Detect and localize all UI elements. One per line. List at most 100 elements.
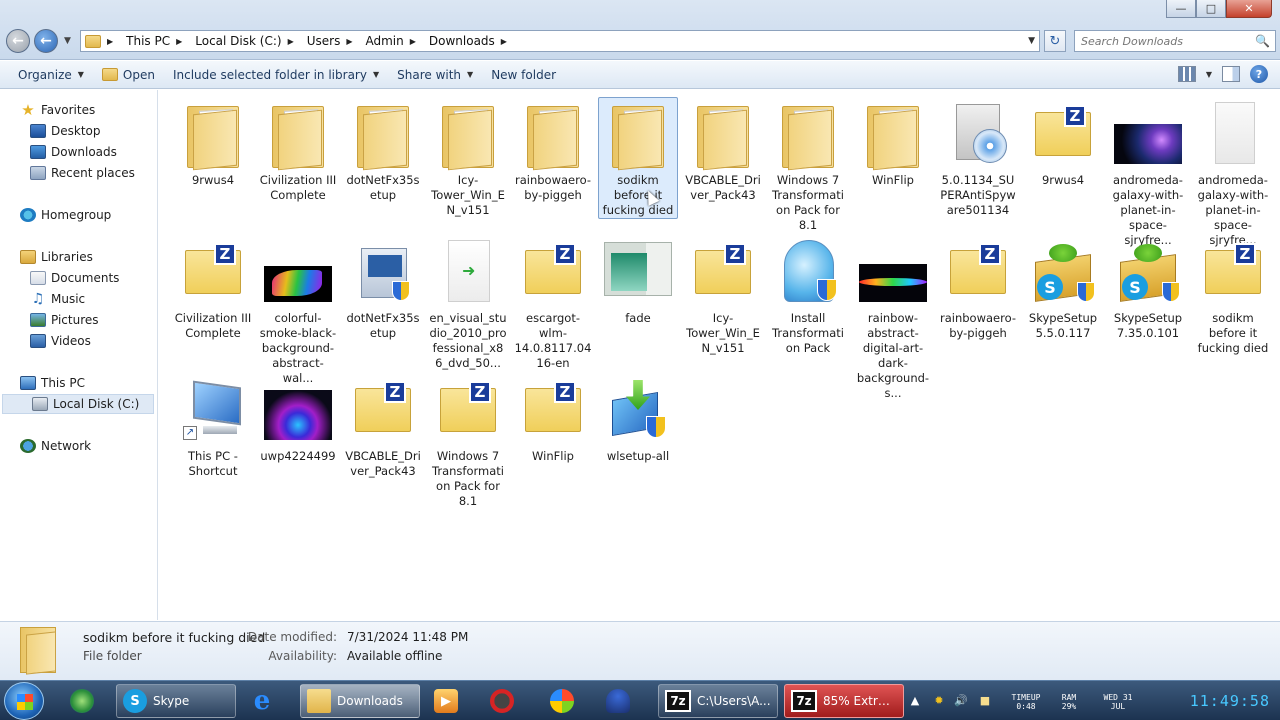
file-item[interactable]: Zrainbowaero-by-piggeh bbox=[938, 236, 1018, 341]
refresh-button[interactable]: ↻ bbox=[1044, 30, 1066, 52]
file-item[interactable]: S SkypeSetup 5.5.0.117 bbox=[1023, 236, 1103, 341]
file-item[interactable]: 9rwus4 bbox=[173, 98, 253, 188]
notification-icon[interactable]: ■ bbox=[978, 694, 992, 708]
breadcrumb-separator[interactable]: ▶ bbox=[288, 37, 301, 46]
file-name: 5.0.1134_SUPERAntiSpyware501134 bbox=[940, 173, 1016, 217]
file-item[interactable]: dotNetFx35setup bbox=[343, 98, 423, 203]
file-item[interactable]: uwp4224499 bbox=[258, 374, 338, 464]
address-dropdown[interactable]: ▼ bbox=[1028, 36, 1035, 46]
maximize-button[interactable]: □ bbox=[1196, 0, 1226, 18]
nav-homegroup[interactable]: Homegroup bbox=[20, 205, 111, 225]
selected-item-name: sodikm before it fucking died bbox=[83, 630, 266, 645]
breadcrumb-separator[interactable]: ▶ bbox=[501, 37, 514, 46]
file-item[interactable]: wlsetup-all bbox=[598, 374, 678, 464]
breadcrumb-separator[interactable]: ▶ bbox=[346, 37, 359, 46]
share-with-menu[interactable]: Share with ▼ bbox=[388, 63, 482, 87]
file-item[interactable]: Install Transformation Pack bbox=[768, 236, 848, 356]
file-item-selected[interactable]: sodikm before it fucking died bbox=[598, 97, 678, 219]
nav-network[interactable]: Network bbox=[20, 436, 91, 456]
nav-desktop[interactable]: Desktop bbox=[30, 121, 101, 141]
taskbar-windows-app[interactable] bbox=[544, 684, 592, 718]
date-display[interactable]: WED 31 JUL bbox=[1098, 693, 1138, 711]
taskbar-wizard-app[interactable] bbox=[600, 684, 652, 718]
file-item[interactable]: ↗ This PC - Shortcut bbox=[173, 374, 253, 479]
taskbar-7zip-extract[interactable]: 7z 85% Extract... bbox=[784, 684, 904, 718]
computer-icon bbox=[20, 376, 36, 390]
chevron-down-icon[interactable]: ▼ bbox=[1206, 70, 1212, 79]
file-item[interactable]: WinFlip bbox=[853, 98, 933, 188]
taskbar-blocked-app[interactable] bbox=[484, 684, 536, 718]
nav-pictures[interactable]: Pictures bbox=[30, 310, 99, 330]
change-view-icon[interactable] bbox=[1177, 66, 1196, 82]
nav-videos[interactable]: Videos bbox=[30, 331, 91, 351]
show-hidden-icons-icon[interactable]: ▲ bbox=[908, 694, 922, 708]
file-item[interactable]: VBCABLE_Driver_Pack43 bbox=[683, 98, 763, 203]
file-item[interactable]: Z Windows 7 Transformation Pack for 8.1 bbox=[428, 374, 508, 509]
help-icon[interactable]: ? bbox=[1250, 65, 1268, 83]
address-bar[interactable]: ▶ This PC ▶ Local Disk (C:) ▶ Users ▶ Ad… bbox=[80, 30, 1040, 52]
open-button[interactable]: Open bbox=[93, 63, 164, 87]
include-in-library-menu[interactable]: Include selected folder in library ▼ bbox=[164, 63, 388, 87]
nav-libraries[interactable]: Libraries bbox=[20, 247, 93, 267]
availability-label: Availability: bbox=[268, 649, 337, 663]
speaker-icon[interactable]: 🔊 bbox=[954, 694, 968, 708]
file-item[interactable]: Windows 7 Transformation Pack for 8.1 bbox=[768, 98, 848, 233]
taskbar-media-player[interactable]: ▶ bbox=[428, 684, 472, 718]
breadcrumb-separator[interactable]: ▶ bbox=[410, 37, 423, 46]
clock[interactable]: 11:49:58 bbox=[1190, 692, 1270, 710]
nav-documents[interactable]: Documents bbox=[30, 268, 119, 288]
search-input[interactable] bbox=[1075, 31, 1251, 51]
file-item[interactable]: Zescargot-wlm-14.0.8117.0416-en bbox=[513, 236, 593, 371]
close-button[interactable]: ✕ bbox=[1226, 0, 1272, 18]
nav-local-disk[interactable]: Local Disk (C:) bbox=[2, 394, 154, 414]
blank-file-icon bbox=[1197, 98, 1269, 170]
nav-music[interactable]: ♫ Music bbox=[30, 289, 85, 309]
file-item[interactable]: Z Civilization III Complete bbox=[173, 236, 253, 341]
file-item[interactable]: colorful-smoke-black-background-abstract… bbox=[258, 236, 338, 386]
recent-locations-dropdown[interactable]: ▼ bbox=[64, 36, 71, 46]
back-button[interactable]: ← bbox=[6, 29, 30, 53]
file-item[interactable]: ➜ en_visual_studio_2010_professional_x86_… bbox=[428, 236, 508, 371]
preview-pane-icon[interactable] bbox=[1222, 66, 1240, 82]
file-item[interactable]: Civilization III Complete bbox=[258, 98, 338, 203]
breadcrumb-local-disk[interactable]: Local Disk (C:) bbox=[195, 34, 281, 48]
breadcrumb-admin[interactable]: Admin bbox=[365, 34, 403, 48]
file-item[interactable]: fade bbox=[598, 236, 678, 326]
forward-button[interactable]: ← bbox=[34, 29, 58, 53]
file-item[interactable]: 5.0.1134_SUPERAntiSpyware501134 bbox=[938, 98, 1018, 218]
breadcrumb-downloads[interactable]: Downloads bbox=[429, 34, 495, 48]
breadcrumb-separator[interactable]: ▶ bbox=[107, 37, 120, 46]
taskbar-skype[interactable]: S Skype bbox=[116, 684, 236, 718]
new-folder-button[interactable]: New folder bbox=[482, 63, 565, 87]
search-box[interactable]: 🔍 bbox=[1074, 30, 1276, 52]
organize-menu[interactable]: Organize ▼ bbox=[0, 63, 93, 87]
file-item[interactable]: Z VBCABLE_Driver_Pack43 bbox=[343, 374, 423, 479]
taskbar-internet-explorer[interactable]: e bbox=[244, 684, 292, 718]
file-item[interactable]: Icy-Tower_Win_EN_v151 bbox=[428, 98, 508, 218]
start-button[interactable] bbox=[4, 682, 44, 720]
minimize-button[interactable]: — bbox=[1166, 0, 1196, 18]
file-item[interactable]: rainbow-abstract-digital-art-dark-backgr… bbox=[853, 236, 933, 401]
file-item[interactable]: Z Icy-Tower_Win_EN_v151 bbox=[683, 236, 763, 356]
bug-icon[interactable]: ✹ bbox=[932, 694, 946, 708]
file-item[interactable]: andromeda-galaxy-with-planet-in-space-sj… bbox=[1108, 98, 1188, 248]
file-item[interactable]: S SkypeSetup 7.35.0.101 bbox=[1108, 236, 1188, 341]
breadcrumb-this-pc[interactable]: This PC bbox=[126, 34, 170, 48]
file-item[interactable]: Z WinFlip bbox=[513, 374, 593, 464]
taskbar-7zip-window[interactable]: 7z C:\Users\A... bbox=[658, 684, 778, 718]
taskbar-downloads[interactable]: Downloads bbox=[300, 684, 420, 718]
nav-favorites[interactable]: ★ Favorites bbox=[20, 100, 95, 120]
nav-this-pc[interactable]: This PC bbox=[20, 373, 85, 393]
nav-recent-places[interactable]: Recent places bbox=[30, 163, 135, 183]
file-item[interactable]: Z 9rwus4 bbox=[1023, 98, 1103, 188]
breadcrumb-separator[interactable]: ▶ bbox=[176, 37, 189, 46]
file-item[interactable]: rainbowaero-by-piggeh bbox=[513, 98, 593, 203]
file-item[interactable]: andromeda-galaxy-with-planet-in-space-sj… bbox=[1193, 98, 1273, 248]
taskbar-globe-app[interactable] bbox=[64, 684, 108, 718]
breadcrumb-users[interactable]: Users bbox=[307, 34, 341, 48]
file-item[interactable]: dotNetFx35setup bbox=[343, 236, 423, 341]
search-icon[interactable]: 🔍 bbox=[1255, 34, 1270, 48]
breadcrumb-label: Admin bbox=[365, 34, 404, 48]
nav-downloads[interactable]: Downloads bbox=[30, 142, 117, 162]
file-item[interactable]: Zsodikm before it fucking died bbox=[1193, 236, 1273, 356]
